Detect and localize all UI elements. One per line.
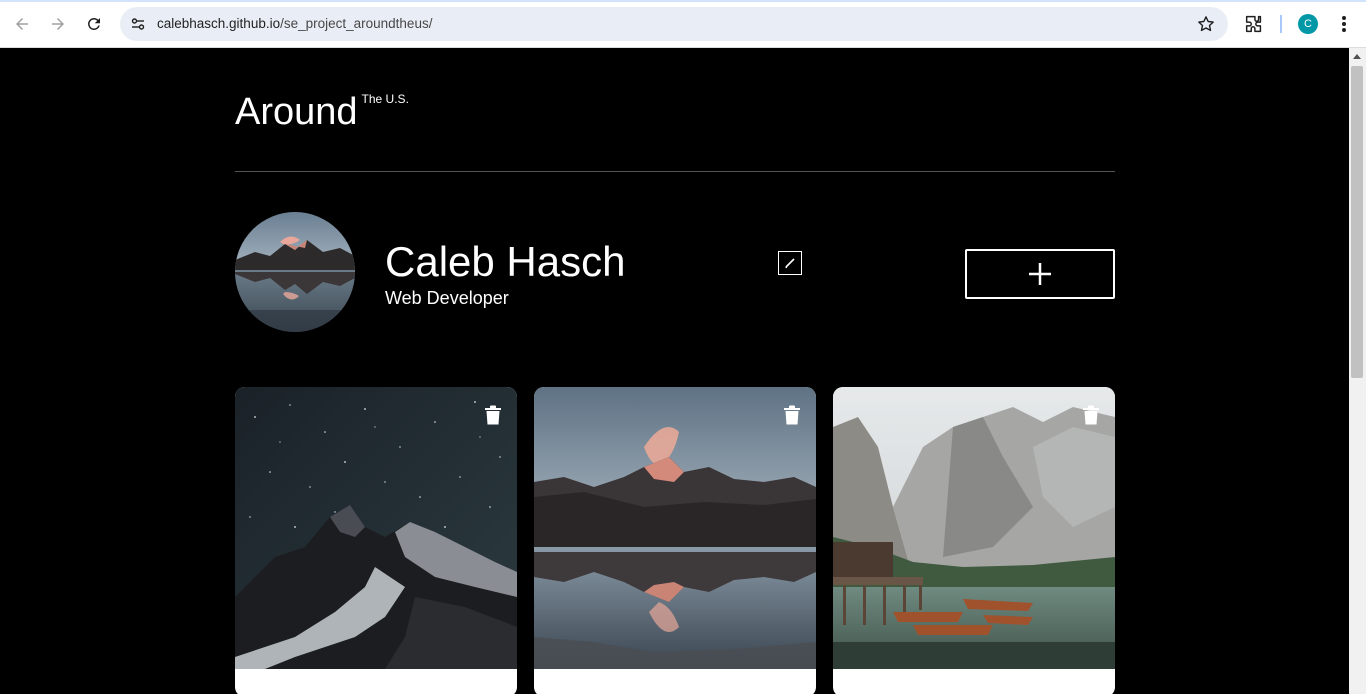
card-image[interactable] (235, 387, 517, 669)
edit-pencil-icon (785, 258, 795, 269)
back-button[interactable] (7, 9, 37, 39)
site-info-icon[interactable] (128, 14, 148, 34)
scrollbar-thumb[interactable] (1351, 66, 1363, 378)
card-image[interactable] (534, 387, 816, 669)
trash-icon[interactable] (783, 405, 801, 425)
tab-strip-edge (0, 0, 1366, 2)
url-path: /se_project_aroundtheus/ (280, 16, 433, 31)
page-content: Around The U.S. Caleb Hasch Web Develope… (0, 48, 1349, 694)
forward-icon (52, 18, 64, 30)
extensions-icon[interactable] (1243, 13, 1265, 35)
trash-icon[interactable] (1082, 405, 1100, 425)
card (235, 387, 517, 694)
add-card-button[interactable] (965, 249, 1115, 299)
card (833, 387, 1115, 694)
back-icon (16, 18, 28, 30)
forward-button[interactable] (43, 9, 73, 39)
header-divider (235, 171, 1115, 172)
reload-button[interactable] (79, 9, 109, 39)
profile-avatar (235, 212, 355, 332)
page-scrollbar[interactable] (1349, 48, 1366, 694)
bookmark-star-icon[interactable] (1196, 14, 1216, 34)
scroll-up-arrow-icon[interactable] (1353, 54, 1361, 59)
reload-icon (88, 17, 100, 30)
trash-icon[interactable] (484, 405, 502, 425)
card-image[interactable] (833, 387, 1115, 669)
card (534, 387, 816, 694)
profile-name: Caleb Hasch (385, 238, 626, 285)
edit-profile-button[interactable] (778, 251, 802, 275)
logo-main: Around (235, 91, 358, 133)
more-menu-icon[interactable] (1334, 13, 1354, 35)
site-logo: Around The U.S. (235, 92, 409, 132)
logo-superscript: The U.S. (361, 92, 409, 106)
profile-job: Web Developer (385, 288, 509, 308)
url-host: calebhasch.github.io (157, 16, 281, 31)
url-text[interactable]: calebhasch.github.io/se_project_aroundth… (157, 16, 432, 31)
browser-toolbar: calebhasch.github.io/se_project_aroundth… (0, 0, 1366, 48)
profile-avatar-chip[interactable]: C (1298, 14, 1318, 34)
toolbar-separator (1280, 15, 1282, 33)
plus-icon (1029, 263, 1051, 285)
address-bar[interactable]: calebhasch.github.io/se_project_aroundth… (120, 7, 1228, 41)
